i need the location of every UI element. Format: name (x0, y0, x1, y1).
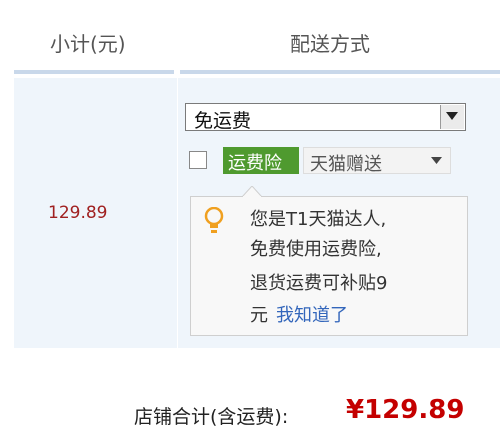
tooltip-caret (242, 186, 262, 197)
tooltip-line-last: 元我知道了 (250, 301, 348, 327)
shop-total-value: ¥129.89 (346, 395, 465, 425)
shop-total-label: 店铺合计(含运费): (134, 406, 289, 428)
dropdown-arrow-button[interactable] (440, 105, 464, 129)
gift-label: 天猫赠送 (310, 154, 382, 175)
delivery-method-select[interactable]: 免运费 (185, 103, 466, 132)
insurance-badge: 运费险 (223, 147, 299, 174)
column-title-subtotal: 小计(元) (50, 32, 126, 56)
tooltip-line: 免费使用运费险, (250, 239, 382, 260)
tooltip-line: 您是T1天猫达人, (250, 209, 387, 230)
triangle-down-icon (446, 112, 458, 120)
tooltip-line: 退货运费可补贴9 (250, 273, 388, 294)
gift-dropdown[interactable]: 天猫赠送 (303, 147, 451, 175)
insurance-checkbox[interactable] (189, 151, 207, 169)
triangle-down-icon (431, 157, 442, 164)
delivery-selected-value: 免运费 (194, 110, 252, 132)
tooltip-line-text: 元 (250, 305, 268, 326)
header-divider-right (180, 70, 500, 74)
table-header: 小计(元) 配送方式 (0, 0, 500, 78)
insurance-badge-label: 运费险 (228, 153, 282, 174)
column-title-delivery: 配送方式 (290, 32, 370, 56)
lightbulb-icon (204, 207, 224, 233)
subtotal-value: 129.89 (48, 203, 108, 223)
column-divider (177, 78, 178, 348)
got-it-link[interactable]: 我知道了 (276, 305, 348, 326)
header-divider-left (14, 70, 174, 74)
